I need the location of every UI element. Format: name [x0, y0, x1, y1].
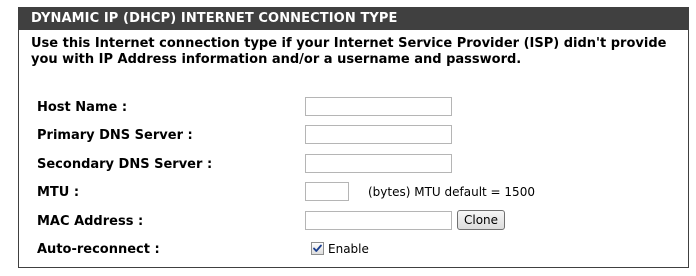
host-name-label: Host Name : [37, 100, 128, 115]
secondary-dns-label: Secondary DNS Server : [37, 157, 213, 172]
mtu-row: MTU : (bytes) MTU default = 1500 [37, 182, 677, 204]
clone-mac-button[interactable]: Clone [457, 210, 506, 230]
mtu-default-hint: (bytes) MTU default = 1500 [368, 185, 535, 199]
primary-dns-row: Primary DNS Server : [37, 125, 677, 147]
secondary-dns-row: Secondary DNS Server : [37, 154, 677, 176]
mtu-label: MTU : [37, 185, 80, 200]
primary-dns-input[interactable] [305, 125, 452, 144]
host-name-input[interactable] [305, 97, 452, 116]
mac-address-row: MAC Address : Clone [37, 210, 677, 233]
dhcp-connection-panel: DYNAMIC IP (DHCP) INTERNET CONNECTION TY… [18, 7, 689, 268]
checkmark-icon [313, 244, 322, 252]
host-name-row: Host Name : [37, 97, 677, 119]
secondary-dns-input[interactable] [305, 154, 452, 173]
mac-address-input[interactable] [305, 211, 452, 230]
section-title: DYNAMIC IP (DHCP) INTERNET CONNECTION TY… [19, 8, 688, 30]
mtu-input[interactable] [305, 182, 349, 201]
auto-reconnect-label: Auto-reconnect : [37, 242, 160, 257]
auto-reconnect-enable-label[interactable]: Enable [328, 242, 369, 256]
section-description: Use this Internet connection type if you… [31, 36, 667, 67]
auto-reconnect-row: Auto-reconnect : Enable [37, 239, 677, 261]
primary-dns-label: Primary DNS Server : [37, 128, 193, 143]
mac-address-label: MAC Address : [37, 214, 144, 229]
auto-reconnect-checkbox[interactable] [311, 242, 324, 255]
